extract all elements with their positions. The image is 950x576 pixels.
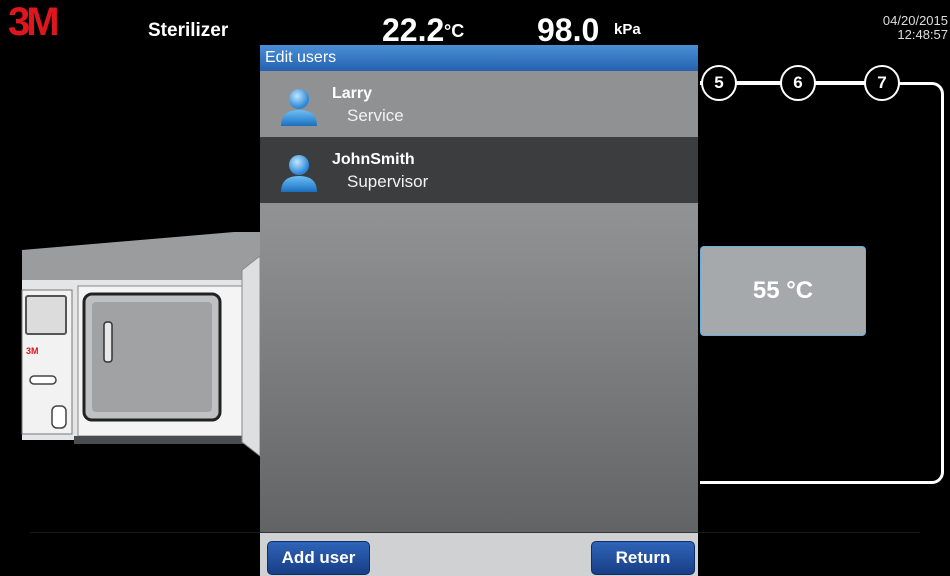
time-display: 12:48:57 [897,27,948,42]
user-avatar-icon [281,155,317,192]
chamber-rail [103,321,113,363]
panel-port [51,405,67,429]
cycle-step-6: 6 [780,65,816,101]
dialog-title: Edit users [260,45,698,71]
brand-logo: 3M [8,0,60,44]
status-bar: 3M Sterilizer 22.2 °C 98.0 kPa 04/20/201… [0,0,950,48]
chamber-temperature-value: 22.2 [382,12,445,48]
user-name: Larry [332,85,373,102]
control-screen [25,295,67,335]
edit-users-dialog: Edit users Larry Service JohnSmith Super… [260,45,698,576]
chamber-temperature-unit: °C [444,21,465,41]
dialog-footer: Add user Return [260,532,698,576]
open-door [241,254,261,458]
sterilizer-illustration: 3M [21,232,280,458]
sterilizer-base [74,436,244,444]
temperature-setpoint-box: 55 °C [700,246,866,336]
cycle-step-5: 5 [701,65,737,101]
sterilizer-logo: 3M [26,346,39,356]
user-list-item[interactable]: Larry Service [260,71,698,137]
user-role: Service [347,106,404,125]
chamber-pressure-unit: kPa [614,21,641,38]
cycle-step-7: 7 [864,65,900,101]
panel-slot [29,375,57,385]
sterilizer-top [22,232,280,280]
return-button[interactable]: Return [591,541,695,575]
chamber-pressure-value: 98.0 [537,12,600,48]
user-role: Supervisor [347,172,429,191]
user-avatar-icon [281,89,317,126]
device-name: Sterilizer [148,20,229,41]
user-name: JohnSmith [332,151,415,168]
add-user-button[interactable]: Add user [267,541,370,575]
date-display: 04/20/2015 [882,13,948,28]
user-list-item-selected[interactable]: JohnSmith Supervisor [260,137,698,203]
